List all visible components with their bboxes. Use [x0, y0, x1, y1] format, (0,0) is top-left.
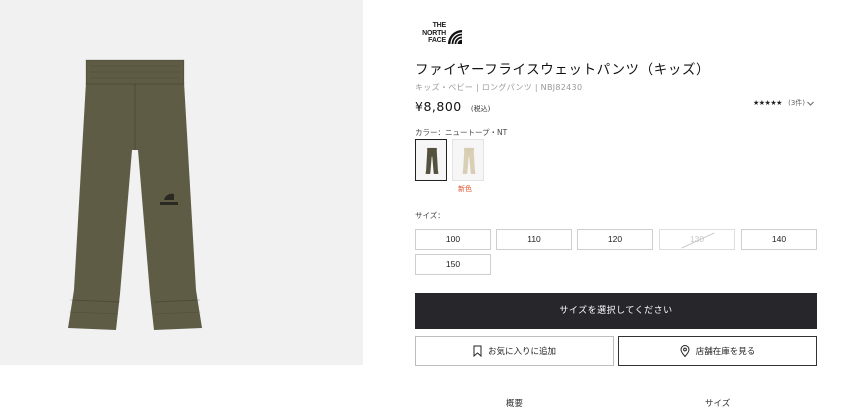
tab-size[interactable]: サイズ	[705, 397, 730, 409]
store-stock-label: 店舗在庫を見る	[695, 347, 756, 357]
price-block: ¥8,800 (税込)	[415, 96, 490, 115]
bookmark-icon	[473, 345, 482, 357]
product-pants-image	[68, 59, 202, 330]
size-option-140[interactable]: 140	[741, 229, 817, 250]
color-swatch-beige[interactable]	[452, 139, 484, 181]
color-label: カラー：ニュートープ・NT	[415, 128, 508, 137]
size-option-130-unavailable[interactable]: 130	[659, 229, 735, 250]
swatch-pants-image	[462, 147, 476, 175]
chevron-down-icon	[807, 101, 815, 106]
new-color-badge: 新色	[458, 185, 472, 193]
review-count: (3件)	[788, 99, 806, 107]
brand-logo[interactable]: THE NORTH FACE	[415, 20, 465, 46]
rating-link[interactable]: ★★★★★ (3件)	[753, 98, 815, 108]
location-pin-icon	[680, 345, 690, 357]
add-favorite-label: お気に入りに追加	[487, 347, 556, 357]
tab-overview[interactable]: 概要	[506, 397, 523, 409]
price-tax-label: (税込)	[470, 105, 491, 113]
size-option-120[interactable]: 120	[577, 229, 653, 250]
color-swatch-newtaupe[interactable]	[415, 139, 447, 181]
size-option-110[interactable]: 110	[496, 229, 572, 250]
store-stock-button[interactable]: 店舗在庫を見る	[618, 336, 817, 366]
size-option-100[interactable]: 100	[415, 229, 491, 250]
product-image-panel	[0, 0, 363, 365]
half-dome-logo-icon	[448, 30, 463, 44]
size-option-150[interactable]: 150	[415, 254, 491, 275]
rating-stars-icon: ★★★★★	[753, 99, 782, 107]
size-label: サイズ：	[415, 211, 445, 220]
swatch-pants-image	[425, 147, 439, 175]
product-breadcrumb[interactable]: キッズ・ベビー | ロングパンツ | NBJ82430	[415, 82, 582, 93]
product-title: ファイヤーフライスウェットパンツ（キッズ）	[415, 62, 711, 78]
add-to-cart-button[interactable]: サイズを選択してください	[415, 293, 817, 329]
brand-logo-text: THE NORTH FACE	[422, 22, 446, 44]
price-value: ¥8,800	[415, 99, 462, 114]
add-favorite-button[interactable]: お気に入りに追加	[415, 336, 614, 366]
